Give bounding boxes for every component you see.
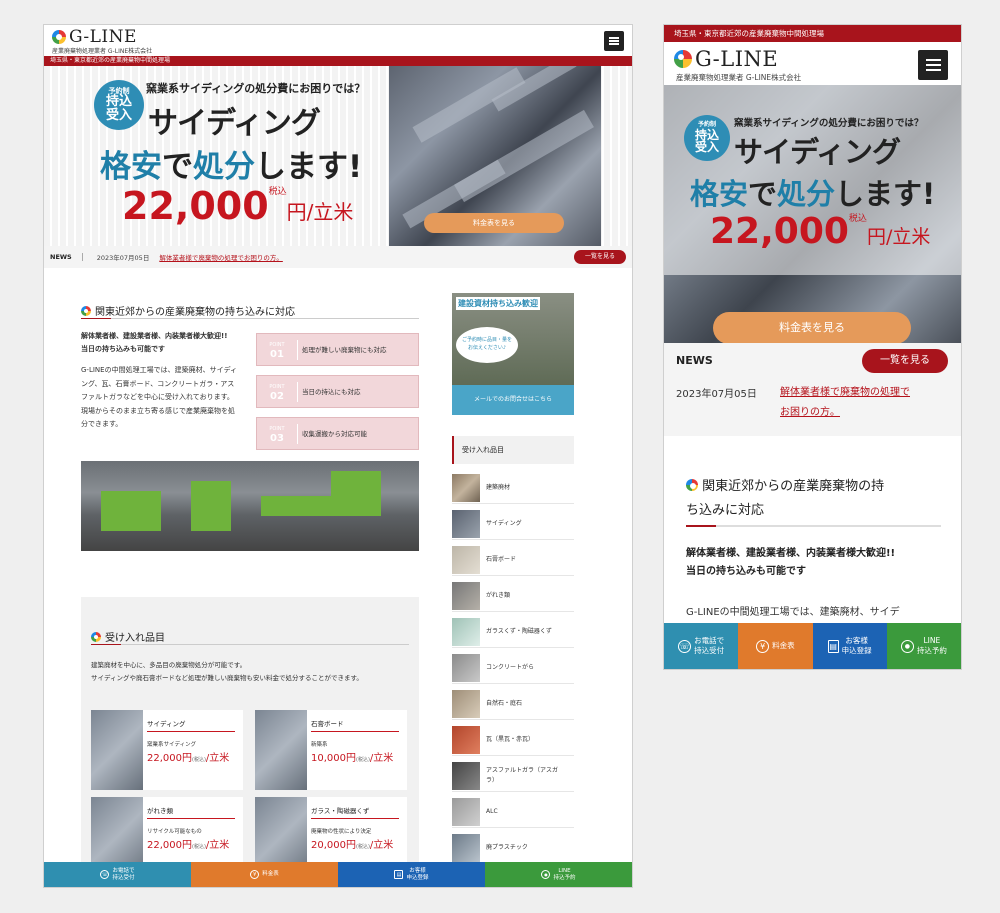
yen-icon: ¥ — [250, 870, 260, 879]
news-bar: NEWS 2023年07月05日 解体業者様で廃棄物の処理でお困りの方。 一覧を… — [44, 246, 632, 268]
logo-icon — [91, 631, 101, 642]
sidebar-list-title: 受け入れ品目 — [452, 436, 574, 464]
phone-icon: ☏ — [100, 870, 110, 879]
sidebar-item[interactable]: 自然石・庭石 — [452, 688, 574, 720]
desktop-bottom-bar: ☏ お電話で 持込受付 ¥ 料金表 ▤ お客様 申込登録 ● LINE 持込予約 — [44, 862, 632, 887]
intro-title: 関東近郊からの産業廃棄物の持ち込みに対応 — [686, 479, 885, 518]
phone-icon: ☏ — [678, 639, 692, 653]
sidebar-item[interactable]: がれき類 — [452, 580, 574, 612]
banner-title: 建設資材持ち込み歓迎 — [456, 297, 540, 310]
factory-photo — [81, 461, 419, 551]
news-link[interactable]: 解体業者様で廃棄物の処理でお困りの方。 — [780, 383, 910, 423]
register-button[interactable]: ▤ お客様 申込登録 — [338, 862, 485, 887]
line-icon: ● — [541, 870, 551, 879]
price-list-bar-button[interactable]: ¥ 料金表 — [738, 623, 813, 669]
intro-lead: 解体業者様、建設業者様、内装業者様大歓迎!! 当日の持ち込みも可能です — [81, 332, 228, 353]
intro-lead: 解体業者様、建設業者様、内装業者様大歓迎!! 当日の持ち込みも可能です — [686, 548, 896, 577]
point-03: POINT 03 収集運搬から対応可能 — [256, 417, 419, 450]
divider-accent — [686, 525, 716, 527]
desktop-preview: G-LINE 産業廃棄物処理業者 G-LINE株式会社 埼玉県・東京都近郊の産業… — [44, 25, 632, 887]
logo-subtitle: 産業廃棄物処理業者 G-LINE株式会社 — [676, 73, 802, 82]
logo-subtitle: 産業廃棄物処理業者 G-LINE株式会社 — [52, 48, 153, 55]
mobile-bottom-bar: ☏ お電話で 持込受付 ¥ 料金表 ▤ お客様 申込登録 ● LINE 持込予約 — [664, 623, 961, 669]
hero-subheadline: 格安で処分します! — [690, 177, 936, 211]
sidebar-item[interactable]: 廃プラスチック — [452, 832, 574, 864]
sidebar-item[interactable]: ALC — [452, 796, 574, 828]
desktop-header: G-LINE 産業廃棄物処理業者 G-LINE株式会社 — [44, 25, 632, 56]
hamburger-menu-icon[interactable] — [604, 31, 624, 51]
document-icon: ▤ — [394, 870, 404, 879]
logo[interactable]: G-LINE — [52, 27, 137, 47]
logo-icon — [81, 305, 91, 316]
intro-title: 関東近郊からの産業廃棄物の持ち込みに対応 — [81, 303, 419, 319]
yen-icon: ¥ — [756, 639, 770, 653]
region-strip: 埼玉県・東京都近郊の産業廃棄物中間処理場 — [664, 25, 961, 42]
price-list-bar-button[interactable]: ¥ 料金表 — [191, 862, 338, 887]
accepted-desc: 建築廃材を中心に、多品目の廃棄物処分が可能です。 サイディングや廃石膏ボードなど処… — [91, 661, 363, 682]
card-photo — [91, 710, 143, 790]
sidebar-item[interactable]: 建築廃材 — [452, 472, 574, 504]
accepted-section: 受け入れ品目 建築廃材を中心に、多品目の廃棄物処分が可能です。 サイディングや廃石… — [81, 597, 419, 887]
card-photo — [255, 710, 307, 790]
point-02: POINT 02 当日の持込にも対応 — [256, 375, 419, 408]
hero-question: 窯業系サイディングの処分費にお困りでは？ — [146, 82, 366, 95]
mail-contact-link[interactable]: メールでのお問合せはこちら — [452, 385, 574, 415]
sidebar-item[interactable]: コンクリートがら — [452, 652, 574, 684]
news-label: NEWS — [50, 253, 83, 261]
price-card[interactable]: サイディング 窯業系サイディング 22,000円(税込)/立米 — [91, 710, 243, 790]
price-list-button[interactable]: 料金表を見る — [713, 312, 911, 343]
price-card[interactable]: 石膏ボード 新築系 10,000円(税込)/立米 — [255, 710, 407, 790]
call-button[interactable]: ☏ お電話で 持込受付 — [664, 623, 739, 669]
hamburger-menu-icon[interactable] — [918, 50, 948, 80]
line-reserve-button[interactable]: ● LINE 持込予約 — [485, 862, 632, 887]
logo-icon — [686, 479, 698, 491]
sidebar-item[interactable]: 瓦（黒瓦・赤瓦） — [452, 724, 574, 756]
logo-text: G-LINE — [695, 47, 779, 71]
hero-headline: サイディング — [148, 106, 321, 141]
banner-bubble: ご予約時に品目・量を お伝えください♪ — [456, 327, 518, 363]
hero-banner: 予約制 持込 受入 窯業系サイディングの処分費にお困りでは？ サイディング 格安… — [44, 66, 632, 246]
news-label: NEWS — [676, 354, 713, 367]
accepted-title-text: 受け入れ品目 — [105, 633, 165, 644]
point-01: POINT 01 処理が難しい廃棄物にも対応 — [256, 333, 419, 366]
line-icon: ● — [900, 639, 914, 653]
logo[interactable]: G-LINE — [674, 47, 778, 71]
line-reserve-button[interactable]: ● LINE 持込予約 — [886, 623, 961, 669]
region-strip: 埼玉県・東京都近郊の産業廃棄物中間処理場 — [44, 56, 632, 66]
sidebar-item[interactable]: アスファルトガラ（アスガラ） — [452, 760, 574, 792]
logo-text: G-LINE — [69, 27, 137, 47]
accepted-title: 受け入れ品目 — [91, 629, 409, 645]
price-list-button[interactable]: 料金表を見る — [424, 213, 564, 233]
document-icon: ▤ — [827, 639, 839, 653]
hero-banner: 予約制 持込 受入 窯業系サイディングの処分費にお困りでは？ サイディング 格安… — [664, 85, 961, 343]
news-date: 2023年07月05日 — [676, 389, 757, 400]
news-link[interactable]: 解体業者様で廃棄物の処理でお困りの方。 — [159, 252, 283, 262]
news-more-button[interactable]: 一覧を見る — [574, 250, 626, 264]
news-date: 2023年07月05日 — [96, 254, 150, 262]
news-section: NEWS 一覧を見る 2023年07月05日 解体業者様で廃棄物の処理で お困りの… — [664, 343, 961, 436]
mobile-preview: 埼玉県・東京都近郊の産業廃棄物中間処理場 G-LINE 産業廃棄物処理業者 G-… — [664, 25, 961, 669]
intro-body: G-LINEの中間処理工場では、建築廃材、サイデ — [686, 607, 900, 618]
sidebar-item[interactable]: サイディング — [452, 508, 574, 540]
call-button[interactable]: ☏ お電話で 持込受付 — [44, 862, 191, 887]
hero-price: 22,000税込円/立米 — [710, 211, 931, 252]
hero-subheadline: 格安で処分します! — [100, 149, 363, 185]
logo-icon — [52, 30, 66, 44]
sidebar-contact-banner[interactable]: 建設資材持ち込み歓迎 ご予約時に品目・量を お伝えください♪ メールでのお問合せは… — [452, 293, 574, 415]
sidebar-item[interactable]: 石膏ボード — [452, 544, 574, 576]
reservation-badge: 予約制 持込 受入 — [684, 115, 730, 161]
news-more-button[interactable]: 一覧を見る — [862, 349, 948, 373]
hero-question: 窯業系サイディングの処分費にお困りでは？ — [734, 118, 924, 129]
hero-price: 22,000税込円/立米 — [122, 184, 354, 228]
divider — [686, 525, 941, 527]
intro-title-text: 関東近郊からの産業廃棄物の持ち込みに対応 — [95, 307, 295, 318]
intro-body: G-LINEの中間処理工場では、建築廃材、サイディ ング、瓦、石膏ボード、コンクリ… — [81, 366, 238, 428]
logo-icon — [674, 50, 692, 68]
reservation-badge: 予約制 持込 受入 — [94, 80, 144, 130]
sidebar-item[interactable]: ガラスくず・陶磁器くず — [452, 616, 574, 648]
register-button[interactable]: ▤ お客様 申込登録 — [812, 623, 887, 669]
hero-headline: サイディング — [734, 135, 901, 169]
